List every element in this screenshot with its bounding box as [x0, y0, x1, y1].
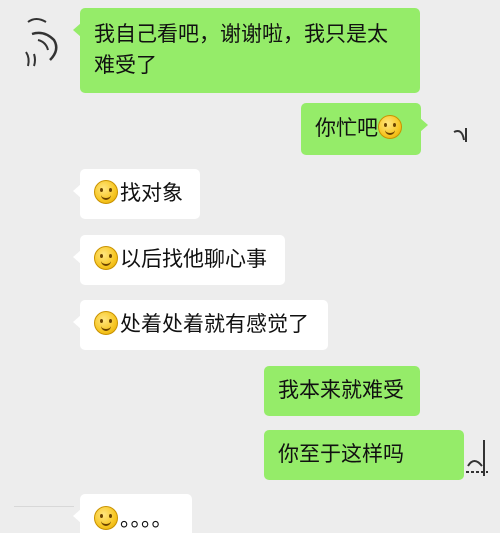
smiley-emoji-icon — [94, 311, 118, 335]
chat-area: 我自己看吧，谢谢啦，我只是太难受了 你忙吧 找对象 以后找他聊心事 处着处着就有… — [0, 0, 500, 533]
divider — [14, 506, 74, 507]
message-text: 你至于这样吗 — [278, 442, 404, 466]
message-bubble-received[interactable]: 处着处着就有感觉了 — [73, 300, 328, 350]
message-text: 以后找他聊心事 — [120, 247, 267, 271]
smiley-emoji-icon — [94, 180, 118, 204]
message-bubble-received[interactable]: 我自己看吧，谢谢啦，我只是太难受了 — [73, 8, 420, 93]
voice-wave-icon — [25, 18, 58, 67]
message-text: 你忙吧 — [315, 116, 378, 140]
voice-status-icon — [453, 128, 467, 142]
message-text: 我本来就难受 — [278, 378, 404, 402]
message-bubble-sent[interactable]: 我本来就难受 — [264, 366, 420, 416]
message-bubble-received[interactable]: 找对象 — [73, 169, 200, 219]
message-bubble-received[interactable]: 以后找他聊心事 — [73, 235, 285, 285]
message-text: 。。。。 — [120, 507, 173, 531]
smiley-emoji-icon — [94, 506, 118, 530]
message-text: 处着处着就有感觉了 — [120, 312, 309, 336]
smiley-emoji-icon — [94, 246, 118, 270]
message-text: 找对象 — [120, 181, 183, 205]
message-bubble-received[interactable]: 。。。。 — [73, 494, 192, 533]
message-bubble-sent[interactable]: 你忙吧 — [301, 103, 428, 155]
message-text: 我自己看吧，谢谢啦，我只是太难受了 — [94, 22, 388, 77]
message-bubble-sent[interactable]: 你至于这样吗 — [264, 430, 464, 480]
voice-status-icon — [466, 440, 488, 476]
smiley-emoji-icon — [378, 115, 402, 139]
